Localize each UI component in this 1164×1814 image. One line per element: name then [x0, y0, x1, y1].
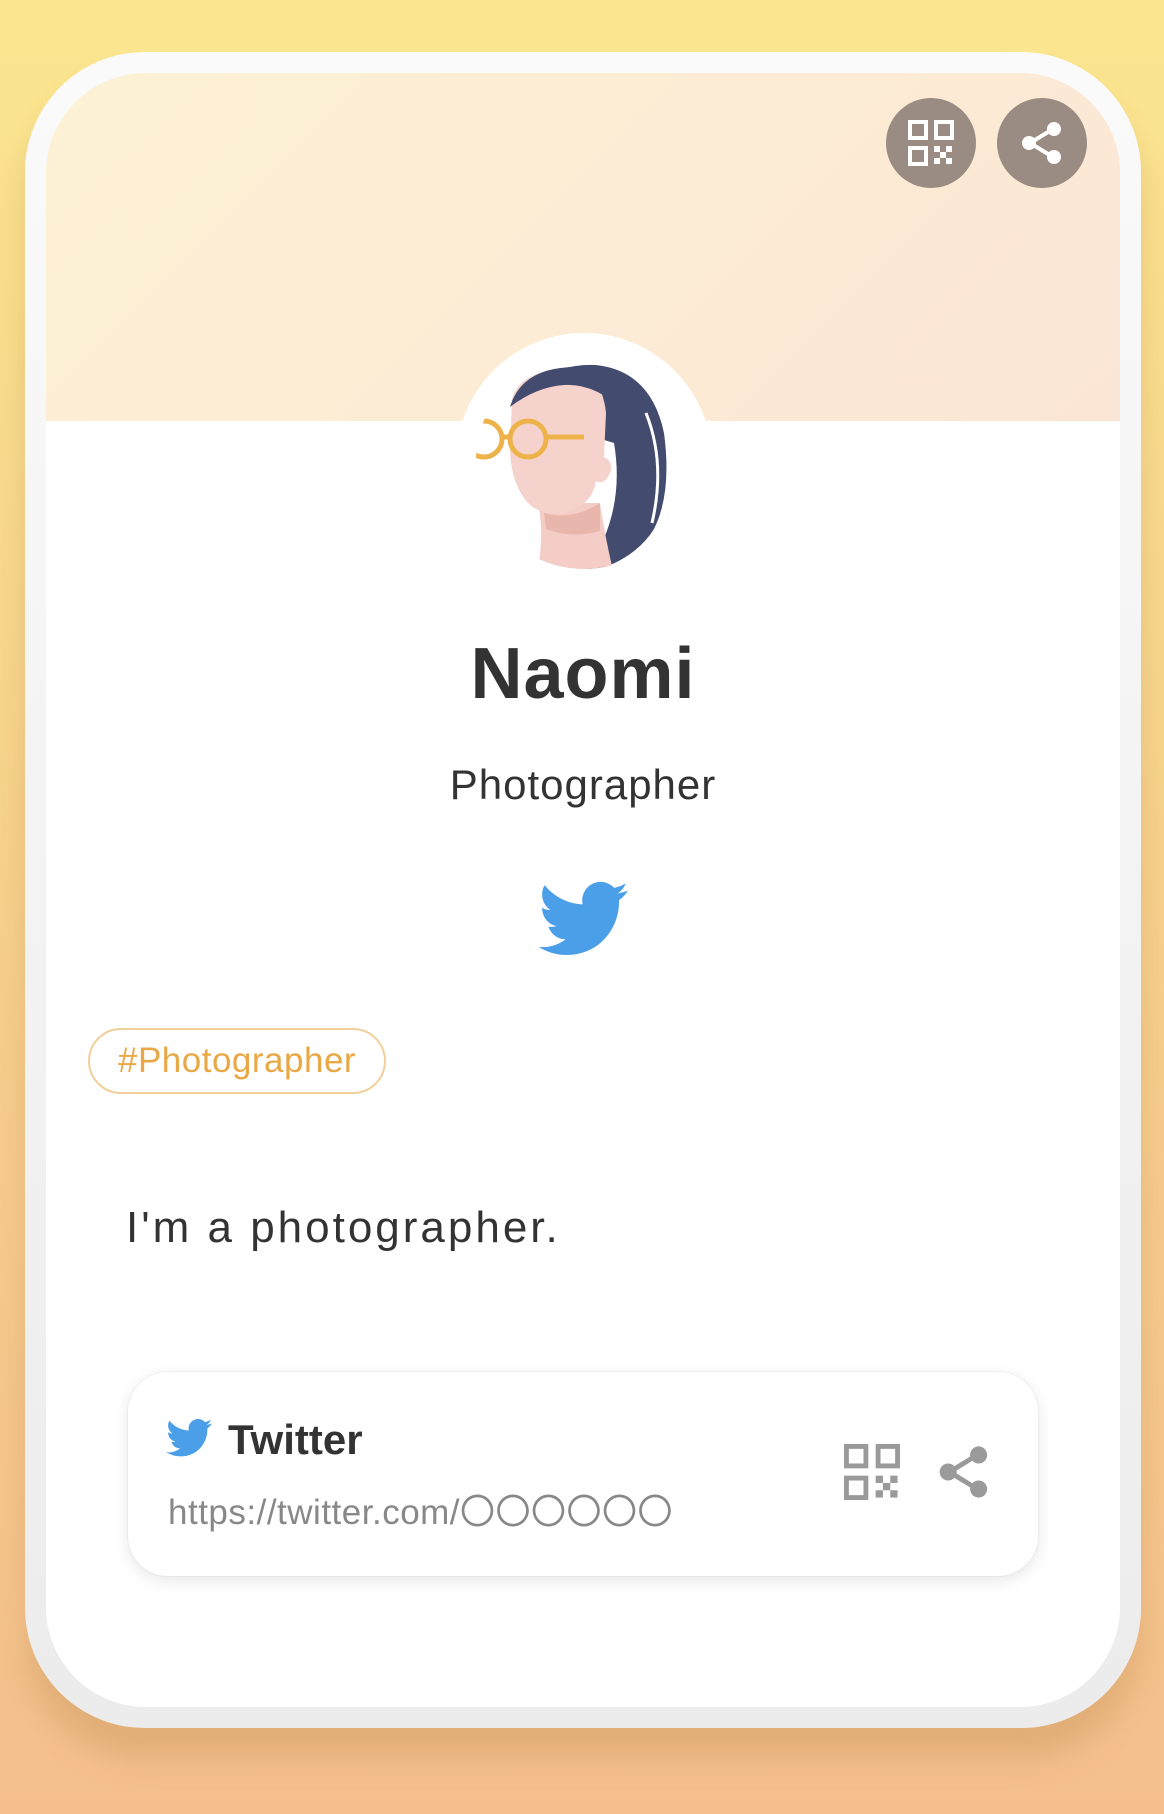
avatar-illustration — [476, 353, 692, 569]
qr-code-icon — [844, 1444, 900, 1500]
hashtag-chip[interactable]: #Photographer — [88, 1028, 387, 1094]
profile-name: Naomi — [470, 634, 696, 714]
share-icon — [1022, 122, 1061, 164]
qr-code-icon — [908, 120, 954, 166]
profile-bio: I'm a photographer. — [126, 1203, 561, 1252]
twitter-bird-icon — [166, 1419, 212, 1457]
link-card-url: https://twitter.com/〇〇〇〇〇〇 — [168, 1493, 674, 1532]
hashtag-label: #Photographer — [118, 1041, 357, 1080]
profile-title: Photographer — [449, 761, 717, 808]
link-qr-code-button[interactable] — [844, 1444, 900, 1500]
link-share-button[interactable] — [936, 1444, 992, 1500]
twitter-link-card[interactable]: Twitter https://twitter.com/〇〇〇〇〇〇 — [128, 1372, 1038, 1576]
avatar — [476, 353, 692, 569]
qr-code-button[interactable] — [886, 98, 976, 188]
twitter-social-link[interactable] — [538, 879, 628, 959]
twitter-bird-icon — [538, 881, 628, 955]
share-icon — [939, 1446, 988, 1498]
link-card-title: Twitter — [228, 1416, 363, 1463]
profile-card: Naomi Photographer #Photographer I'm a p… — [46, 73, 1120, 1707]
share-button[interactable] — [997, 98, 1087, 188]
